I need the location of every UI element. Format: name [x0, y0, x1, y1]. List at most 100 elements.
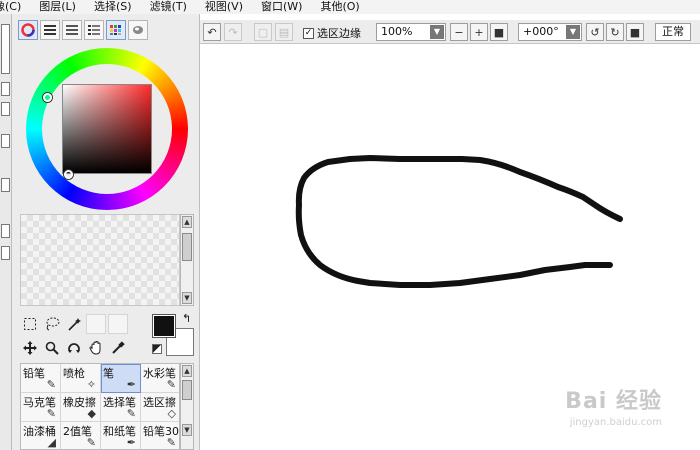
hand-icon[interactable] — [86, 338, 106, 358]
selection-edge-checkbox[interactable]: ✓ — [303, 27, 314, 39]
blend-mode-select[interactable]: 正常 — [655, 23, 691, 41]
brush-slot[interactable]: 选区擦 ◇ — [141, 393, 179, 422]
magic-wand-icon[interactable] — [64, 314, 84, 334]
brush-slot[interactable]: 笔 ✒ — [101, 364, 141, 393]
minus-icon: − — [454, 25, 464, 39]
hue-knob[interactable] — [43, 93, 52, 102]
scroll-thumb[interactable] — [182, 380, 192, 400]
undo-button[interactable]: ↶ — [203, 23, 221, 41]
swatch-grid-tab[interactable] — [106, 20, 126, 40]
rotate-icon[interactable] — [64, 338, 84, 358]
sv-knob[interactable] — [64, 170, 73, 179]
left-strip-button[interactable] — [1, 178, 10, 192]
scratchpad-scrollbar[interactable]: ▲ ▼ — [180, 214, 194, 306]
zoom-icon[interactable] — [42, 338, 62, 358]
brush-label: 笔 — [103, 367, 114, 380]
reset-colors-icon[interactable] — [152, 344, 162, 354]
brush-icon: ✎ — [126, 407, 136, 420]
brush-stroke — [295, 155, 623, 288]
brush-slot[interactable]: 铅笔30 ✎ — [141, 422, 179, 449]
brush-icon: ✧ — [86, 378, 96, 391]
empty-tool-slot — [86, 314, 106, 334]
rotate-cw-button[interactable]: ↻ — [606, 23, 624, 41]
deselect-button[interactable]: ▢ — [254, 23, 272, 41]
redo-button[interactable]: ↷ — [224, 23, 242, 41]
rgb-slider-tab[interactable] — [40, 20, 60, 40]
brush-slot[interactable]: 油漆桶 ◢ — [21, 422, 61, 449]
menu-select[interactable]: 选择(S) — [94, 0, 132, 14]
left-strip-button[interactable] — [1, 224, 10, 238]
eyedropper-icon[interactable] — [108, 338, 128, 358]
menu-filter[interactable]: 滤镜(T) — [150, 0, 187, 14]
brush-icon: ✎ — [166, 378, 176, 391]
scroll-down-icon[interactable]: ▼ — [182, 292, 192, 304]
color-wheel-icon — [21, 23, 35, 37]
move-icon[interactable] — [20, 338, 40, 358]
invert-selection-icon: ▤ — [278, 25, 290, 39]
undo-icon: ↶ — [207, 25, 217, 39]
brush-icon: ✒ — [126, 378, 136, 391]
watermark-main: Bai 经验 — [565, 389, 662, 414]
scroll-thumb[interactable] — [182, 233, 192, 261]
plus-icon: + — [474, 25, 484, 39]
rectangle-select-icon[interactable] — [20, 314, 40, 334]
menu-view[interactable]: 视图(V) — [205, 0, 243, 14]
foreground-color-swatch[interactable] — [152, 314, 176, 338]
rotate-ccw-icon: ↺ — [590, 25, 600, 39]
brush-slot[interactable]: 选择笔 ✎ — [101, 393, 141, 422]
left-strip-button[interactable] — [1, 246, 10, 260]
rotate-cw-icon: ↻ — [610, 25, 620, 39]
color-wheel[interactable] — [26, 48, 188, 210]
menu-other[interactable]: 其他(O) — [320, 0, 359, 14]
scratchpad-icon — [133, 26, 143, 34]
menu-layer[interactable]: 图层(L) — [39, 0, 76, 14]
scroll-up-icon[interactable]: ▲ — [182, 365, 192, 377]
brush-grid: 铅笔 ✎ 喷枪 ✧ 笔 ✒ 水彩笔 ✎ 马克笔 ✎ 橡皮擦 ◆ 选择笔 ✎ 选区擦 ◇ 油漆桶 ◢ 2值笔 ✎ 和纸笔 ✒… — [20, 363, 180, 450]
left-strip-button[interactable] — [1, 82, 10, 96]
hsv-slider-tab[interactable] — [62, 20, 82, 40]
brush-slot[interactable]: 2值笔 ✎ — [61, 422, 101, 449]
brush-slot[interactable]: 喷枪 ✧ — [61, 364, 101, 393]
drawing-canvas[interactable]: Bai 经验 jingyan.baidu.com — [200, 45, 700, 450]
list-icon — [88, 25, 100, 35]
brush-slot[interactable]: 橡皮擦 ◆ — [61, 393, 101, 422]
left-strip-button[interactable] — [1, 102, 10, 116]
brush-icon: ◆ — [87, 407, 96, 420]
brush-scrollbar[interactable]: ▲ ▼ — [180, 363, 194, 450]
zoom-select[interactable]: 100% ▼ — [376, 23, 446, 41]
chevron-down-icon[interactable]: ▼ — [566, 25, 580, 39]
rotate-ccw-button[interactable]: ↺ — [586, 23, 604, 41]
menu-window[interactable]: 窗口(W) — [261, 0, 302, 14]
zoom-in-button[interactable]: + — [470, 23, 488, 41]
scratchpad-tab[interactable] — [128, 20, 148, 40]
swatch-list-tab[interactable] — [84, 20, 104, 40]
reset-view-icon: ■ — [629, 25, 641, 39]
empty-tool-slot — [108, 314, 128, 334]
invert-selection-button[interactable]: ▤ — [275, 23, 293, 41]
tool-panel: ▲ ▼ ↰ 铅笔 ✎ 喷枪 ✧ 笔 ✒ 水彩笔 ✎ 马克笔 ✎ 橡皮擦 ◆ 选择… — [12, 14, 200, 450]
left-strip-button[interactable] — [1, 24, 10, 74]
brush-slot[interactable]: 马克笔 ✎ — [21, 393, 61, 422]
zoom-reset-button[interactable]: ■ — [490, 23, 508, 41]
rotation-reset-button[interactable]: ■ — [626, 23, 644, 41]
menu-image[interactable]: 像(C) — [0, 0, 21, 14]
rotation-select[interactable]: +000° ▼ — [518, 23, 582, 41]
scroll-down-icon[interactable]: ▼ — [182, 424, 192, 436]
left-strip-button[interactable] — [1, 134, 10, 148]
left-button-strip — [0, 14, 12, 450]
saturation-value-square[interactable] — [62, 84, 152, 174]
selection-edge-toggle[interactable]: ✓ 选区边缘 — [303, 25, 361, 41]
color-wheel-tab[interactable] — [18, 20, 38, 40]
chevron-down-icon[interactable]: ▼ — [430, 25, 444, 39]
lasso-icon[interactable] — [42, 314, 62, 334]
brush-slot[interactable]: 铅笔 ✎ — [21, 364, 61, 393]
brush-icon: ✎ — [86, 436, 96, 449]
brush-slot[interactable]: 水彩笔 ✎ — [141, 364, 179, 393]
scroll-up-icon[interactable]: ▲ — [182, 216, 192, 228]
brush-slot[interactable]: 和纸笔 ✒ — [101, 422, 141, 449]
brush-icon: ✎ — [166, 436, 176, 449]
brush-icon: ✎ — [46, 407, 56, 420]
swap-colors-icon[interactable]: ↰ — [182, 312, 191, 325]
zoom-out-button[interactable]: − — [450, 23, 468, 41]
scratchpad-area[interactable] — [20, 214, 180, 306]
